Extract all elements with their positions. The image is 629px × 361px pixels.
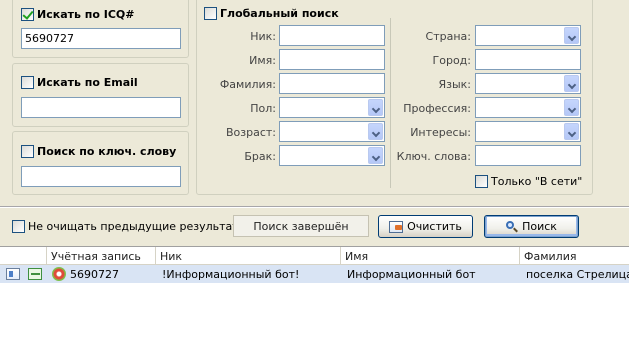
col-header-nick[interactable]: Ник bbox=[156, 247, 341, 265]
marital-label: Брак: bbox=[244, 150, 276, 163]
clear-button-label: Очистить bbox=[407, 220, 462, 233]
table-row[interactable]: 5690727 !Информационный бот! Информацион… bbox=[0, 265, 629, 283]
global-search-label: Глобальный поиск bbox=[220, 7, 339, 20]
online-only-label: Только "В сети" bbox=[491, 175, 583, 188]
keep-results-label: Не очищать предыдущие результаты bbox=[28, 220, 248, 233]
keywords-label: Ключ. слова: bbox=[396, 150, 471, 163]
global-search-divider bbox=[390, 18, 391, 188]
clear-button[interactable]: Очистить bbox=[378, 215, 473, 238]
country-select[interactable] bbox=[475, 25, 581, 46]
chevron-down-icon[interactable] bbox=[564, 123, 579, 140]
email-search-label: Искать по Email bbox=[37, 76, 138, 89]
clear-icon bbox=[389, 220, 404, 233]
results-list[interactable]: Учётная запись Ник Имя Фамилия 5690727 !… bbox=[0, 246, 629, 361]
name-label: Имя: bbox=[249, 54, 276, 67]
gender-select[interactable] bbox=[279, 97, 385, 118]
search-icon bbox=[506, 220, 519, 233]
icq-search-label: Искать по ICQ# bbox=[37, 8, 135, 21]
interests-label: Интересы: bbox=[410, 126, 471, 139]
language-select[interactable] bbox=[475, 73, 581, 94]
result-nick: !Информационный бот! bbox=[162, 268, 300, 281]
city-label: Город: bbox=[432, 54, 471, 67]
icq-flower-icon bbox=[52, 267, 66, 281]
search-status: Поиск завершён bbox=[233, 215, 369, 237]
chevron-down-icon[interactable] bbox=[564, 75, 579, 92]
email-input[interactable] bbox=[21, 97, 181, 118]
marital-select[interactable] bbox=[279, 145, 385, 166]
panel-divider-highlight bbox=[0, 207, 629, 208]
name-input[interactable] bbox=[279, 49, 385, 70]
icq-search-checkbox[interactable] bbox=[21, 8, 34, 21]
city-input[interactable] bbox=[475, 49, 581, 70]
keyword-search-label: Поиск по ключ. слову bbox=[37, 145, 177, 158]
col-header-surname[interactable]: Фамилия bbox=[520, 247, 629, 265]
col-header-name[interactable]: Имя bbox=[341, 247, 520, 265]
search-button[interactable]: Поиск bbox=[484, 215, 579, 238]
surname-label: Фамилия: bbox=[219, 78, 276, 91]
result-account: 5690727 bbox=[70, 268, 119, 281]
interests-select[interactable] bbox=[475, 121, 581, 142]
age-label: Возраст: bbox=[225, 126, 276, 139]
online-only-checkbox[interactable] bbox=[475, 175, 488, 188]
search-button-label: Поиск bbox=[522, 220, 557, 233]
language-label: Язык: bbox=[438, 78, 471, 91]
email-search-checkbox[interactable] bbox=[21, 76, 34, 89]
col-header-account[interactable]: Учётная запись bbox=[47, 247, 156, 265]
gender-label: Пол: bbox=[250, 102, 276, 115]
chevron-down-icon[interactable] bbox=[564, 27, 579, 44]
user-info-icon[interactable] bbox=[6, 268, 20, 280]
message-icon[interactable] bbox=[28, 268, 42, 280]
result-name: Информационный бот bbox=[347, 268, 476, 281]
chevron-down-icon[interactable] bbox=[368, 99, 383, 116]
nick-input[interactable] bbox=[279, 25, 385, 46]
nick-label: Ник: bbox=[250, 30, 276, 43]
chevron-down-icon[interactable] bbox=[368, 123, 383, 140]
global-search-checkbox[interactable] bbox=[204, 7, 217, 20]
keyword-search-checkbox[interactable] bbox=[21, 145, 34, 158]
surname-input[interactable] bbox=[279, 73, 385, 94]
country-label: Страна: bbox=[425, 30, 471, 43]
age-select[interactable] bbox=[279, 121, 385, 142]
chevron-down-icon[interactable] bbox=[368, 147, 383, 164]
result-surname: поселка Стрелица bbox=[526, 268, 629, 281]
keep-results-checkbox[interactable] bbox=[12, 220, 25, 233]
profession-label: Профессия: bbox=[403, 102, 471, 115]
keywords-input[interactable] bbox=[475, 145, 581, 166]
chevron-down-icon[interactable] bbox=[564, 99, 579, 116]
col-header-icons[interactable] bbox=[0, 247, 47, 265]
icq-number-input[interactable] bbox=[21, 28, 181, 49]
profession-select[interactable] bbox=[475, 97, 581, 118]
keyword-input[interactable] bbox=[21, 166, 181, 187]
